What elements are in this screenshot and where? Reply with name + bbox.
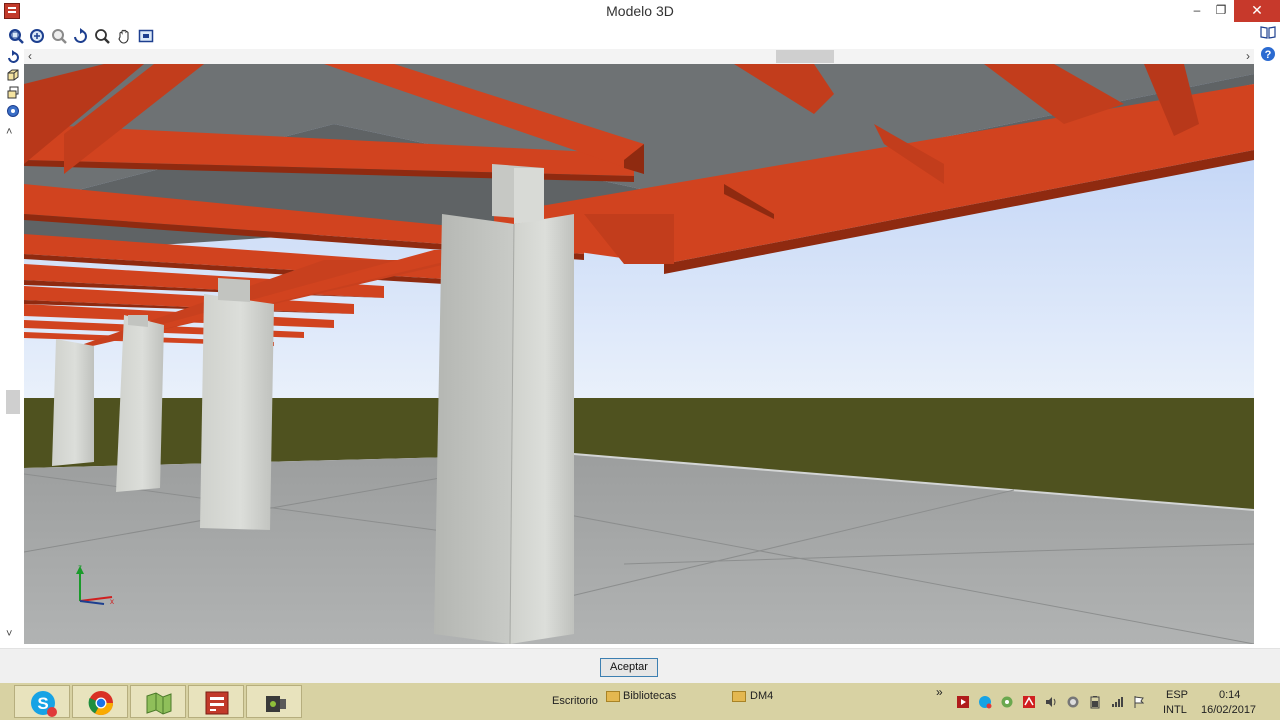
minimize-button[interactable]: –	[1186, 0, 1208, 22]
dm4-folder-icon	[732, 691, 746, 702]
zoom-extents-icon[interactable]	[29, 28, 46, 45]
right-tool-strip: ?	[1256, 22, 1280, 648]
axis-z-label: z	[78, 563, 82, 572]
libraries-folder-icon	[606, 691, 620, 702]
pan-hand-icon[interactable]	[116, 28, 133, 45]
scroll-left-arrow[interactable]: ‹	[28, 49, 32, 64]
close-button[interactable]: ✕	[1234, 0, 1280, 22]
zoom-previous-icon[interactable]	[51, 28, 68, 45]
title-bar: Modelo 3D – ❐ ✕	[0, 0, 1280, 22]
help-icon[interactable]: ?	[1260, 46, 1276, 62]
video-recorder-icon	[266, 696, 286, 712]
horizontal-scroll-thumb[interactable]	[776, 50, 834, 63]
chrome-icon	[88, 691, 113, 716]
clock-time[interactable]: 0:14	[1219, 689, 1240, 701]
desktop-toolbar-label[interactable]: Escritorio	[552, 695, 598, 707]
taskbar: S Escritorio Bibliotecas DM4 » ESP INTL	[0, 683, 1280, 720]
speaker-icon[interactable]	[1044, 695, 1058, 709]
dialog-footer: Aceptar	[0, 648, 1280, 683]
window-title: Modelo 3D	[606, 3, 674, 19]
skype-tray-icon[interactable]	[978, 695, 992, 709]
orbit-icon[interactable]	[6, 50, 20, 64]
network-tray-icon[interactable]	[1000, 695, 1014, 709]
render-settings-icon[interactable]	[6, 104, 20, 118]
toolbar	[0, 24, 1256, 48]
horizontal-scrollbar[interactable]: ‹ ›	[24, 49, 1254, 64]
cype-app-icon	[205, 691, 229, 715]
view-cube-icon[interactable]	[6, 68, 20, 82]
language-indicator[interactable]: ESP	[1166, 689, 1188, 701]
fit-view-icon[interactable]	[138, 28, 155, 45]
zoom-window-icon[interactable]	[8, 28, 25, 45]
taskbar-cype[interactable]	[188, 685, 244, 718]
scroll-right-arrow[interactable]: ›	[1246, 49, 1250, 64]
taskbar-skype[interactable]: S	[14, 685, 70, 718]
battery-icon[interactable]	[1088, 695, 1102, 709]
keyboard-indicator[interactable]: INTL	[1163, 704, 1187, 716]
axis-x-label: x	[110, 597, 114, 606]
svg-text:?: ?	[1265, 49, 1272, 61]
app-window: Modelo 3D – ❐ ✕ ‹ › ˄ ˅ ? z x Aceptar S …	[0, 0, 1280, 720]
vertical-scroll-thumb[interactable]	[6, 390, 20, 414]
taskbar-video-recorder[interactable]	[246, 685, 302, 718]
maximize-button[interactable]: ❐	[1210, 0, 1232, 22]
rotate-view-icon[interactable]	[72, 28, 89, 45]
libraries-label[interactable]: Bibliotecas	[623, 690, 676, 702]
accept-button[interactable]: Aceptar	[600, 658, 658, 677]
scroll-up-arrow[interactable]: ˄	[6, 126, 12, 138]
clock-date[interactable]: 16/02/2017	[1201, 704, 1256, 716]
scroll-down-arrow[interactable]: ˅	[6, 628, 12, 640]
book-icon[interactable]	[1260, 24, 1276, 40]
toolbar-chevron[interactable]: »	[936, 685, 943, 699]
map-app-icon	[146, 692, 172, 715]
flag-icon[interactable]	[1132, 695, 1146, 709]
left-tool-strip: ˄ ˅	[0, 48, 24, 644]
zoom-icon[interactable]	[94, 28, 111, 45]
antivirus-icon[interactable]	[1022, 695, 1036, 709]
dm4-folder-label[interactable]: DM4	[750, 690, 773, 702]
red-app-icon[interactable]	[956, 695, 970, 709]
3d-viewport[interactable]: z x	[24, 64, 1254, 644]
record-icon[interactable]	[1066, 695, 1080, 709]
layers-icon[interactable]	[6, 86, 20, 100]
taskbar-map-app[interactable]	[130, 685, 186, 718]
skype-icon: S	[31, 691, 57, 717]
taskbar-chrome[interactable]	[72, 685, 128, 718]
svg-text:S: S	[37, 694, 48, 713]
signal-icon[interactable]	[1110, 695, 1124, 709]
